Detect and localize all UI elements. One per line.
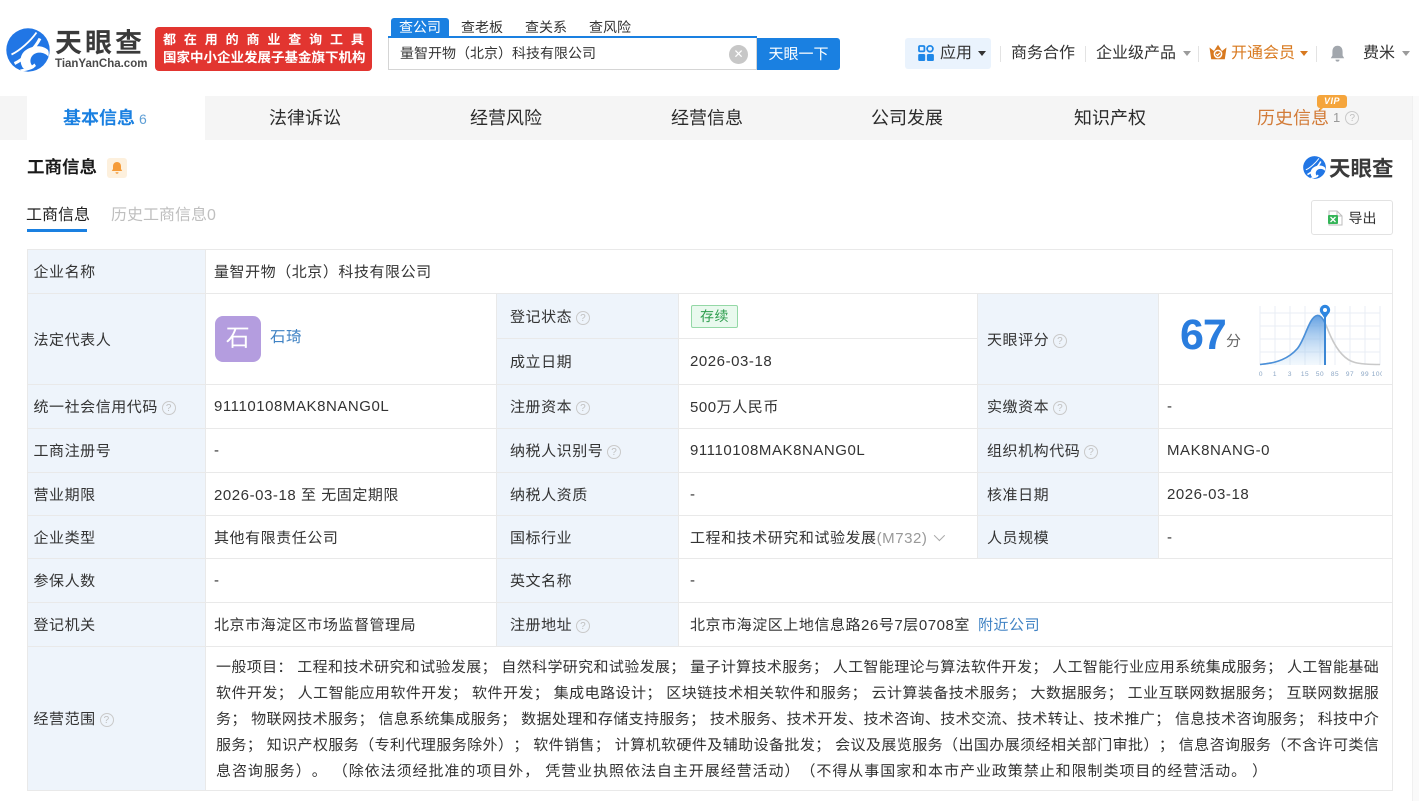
svg-text:50: 50: [1316, 371, 1324, 378]
svg-text:15: 15: [1301, 371, 1309, 378]
svg-text:100: 100: [1372, 371, 1382, 378]
svg-text:85: 85: [1331, 371, 1339, 378]
svg-text:99: 99: [1361, 371, 1369, 378]
svg-text:0: 0: [1259, 371, 1263, 378]
svg-text:97: 97: [1346, 371, 1354, 378]
svg-text:1: 1: [1273, 371, 1277, 378]
svg-text:3: 3: [1288, 371, 1292, 378]
